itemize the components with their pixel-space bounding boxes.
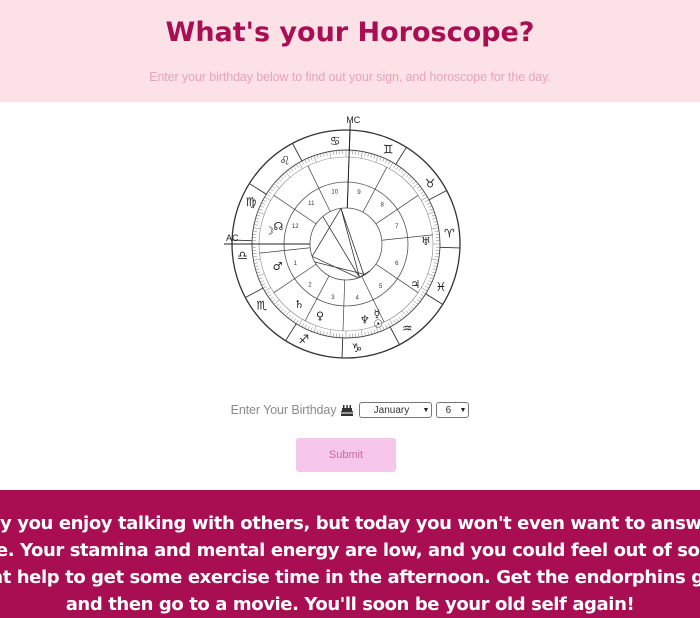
header: What's your Horoscope? Enter your birthd… (0, 0, 700, 102)
page-title: What's your Horoscope? (165, 17, 535, 48)
horoscope-text: Usually you enjoy talking with others, b… (0, 513, 700, 615)
planet-glyph: ♆ (360, 314, 370, 327)
zodiac-sign-glyph: ♒ (402, 322, 413, 336)
page-subtitle: Enter your birthday below to find out yo… (149, 70, 551, 84)
midheaven-label: MC (346, 115, 360, 125)
natal-chart-wheel: ♋♊♉♈♓♒♑♐♏♎♍♌123 456789101112ACMC☽ ☊♂♀♄♆ ☉☿♅… (224, 115, 461, 359)
planet-glyph: ♀ (316, 309, 324, 322)
horoscope-result: Usually you enjoy talking with others, b… (0, 490, 700, 618)
house-number: 11 (308, 201, 315, 207)
planet-glyph: ♃ (410, 278, 420, 291)
zodiac-sign-glyph: ♈ (444, 227, 455, 241)
zodiac-sign-glyph: ♌ (279, 153, 290, 167)
month-select[interactable]: January ▼ (359, 402, 433, 418)
cake-icon (340, 403, 354, 417)
zodiac-sign-glyph: ♏ (256, 299, 267, 313)
chevron-down-icon: ▼ (459, 406, 467, 414)
horoscope-page: What's your Horoscope? Enter your birthd… (0, 0, 700, 618)
zodiac-sign-glyph: ♎ (237, 248, 248, 262)
day-select-value: 6 (445, 404, 452, 416)
zodiac-sign-glyph: ♐ (298, 333, 309, 347)
planet-glyph: ♅ (421, 235, 431, 248)
month-select-value: January (373, 404, 410, 416)
zodiac-sign-glyph: ♑ (351, 341, 362, 355)
submit-button[interactable]: Submit (296, 438, 396, 472)
house-number: 12 (292, 224, 299, 230)
planet-glyph: ♂ (273, 260, 283, 273)
chevron-down-icon: ▼ (422, 406, 430, 414)
day-select[interactable]: 6 ▼ (436, 402, 470, 418)
planet-glyph: ☿ (374, 307, 381, 320)
birthday-label: Enter Your Birthday (230, 403, 337, 417)
zodiac-sign-glyph: ♓ (436, 280, 447, 294)
natal-chart: ♋ ♊ ♉ ♈ ♓ ♒ ♑ ♐ ♏ ♎ ♍ ♌ 1 2 3 4 5 6 7 8 9 10 11 12 AC MC ☽ ☊ ♂ ♀ ♄ ♆ ☉ ☿ ♅… (222, 110, 474, 372)
birthday-form: Enter Your Birthday January ▼ 6 ▼ (0, 398, 700, 422)
zodiac-sign-glyph: ♋ (330, 134, 341, 148)
zodiac-sign-glyph: ♍ (246, 195, 257, 209)
planet-glyph: ☊ (273, 220, 283, 233)
house-number: 10 (331, 190, 338, 196)
zodiac-sign-glyph: ♊ (383, 142, 394, 156)
zodiac-sign-glyph: ♉ (425, 176, 436, 190)
ascendant-label: AC (226, 233, 239, 243)
planet-glyph: ♄ (294, 298, 304, 311)
